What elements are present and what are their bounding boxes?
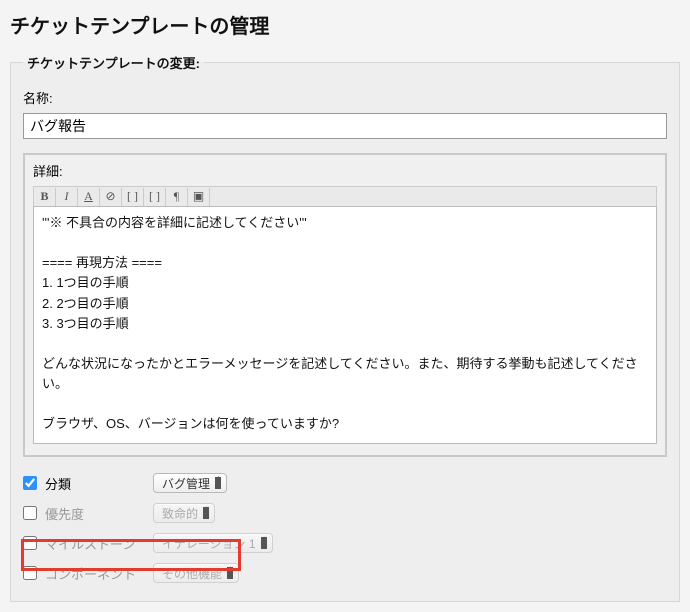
chevron-updown-icon: ▲▼ (215, 475, 222, 491)
field-group: 分類 バグ管理 ▲▼ 優先度 致命的 ▲▼ マイルストーン イテレーション 1 (23, 471, 667, 585)
details-section: 詳細: B I A ⊘ [ ] [ ] ¶ ▣ (23, 153, 667, 457)
milestone-row: マイルストーン イテレーション 1 ▲▼ (23, 531, 667, 555)
type-checkbox[interactable] (23, 476, 37, 490)
chevron-updown-icon: ▲▼ (261, 535, 268, 551)
pilcrow-icon[interactable]: ¶ (166, 188, 188, 206)
name-label: 名称: (23, 88, 667, 107)
chevron-updown-icon: ▲▼ (227, 565, 234, 581)
page-title: チケットテンプレートの管理 (10, 0, 680, 53)
name-input[interactable] (23, 113, 667, 139)
details-textarea[interactable] (33, 206, 657, 444)
type-row: 分類 バグ管理 ▲▼ (23, 471, 667, 495)
bold-icon[interactable]: B (34, 188, 56, 206)
chevron-updown-icon: ▲▼ (203, 505, 210, 521)
priority-checkbox[interactable] (23, 506, 37, 520)
type-select[interactable]: バグ管理 ▲▼ (153, 473, 227, 493)
type-select-value: バグ管理 (162, 475, 210, 492)
component-select-value: その他機能 (162, 565, 222, 582)
milestone-select[interactable]: イテレーション 1 ▲▼ (153, 533, 273, 553)
priority-select[interactable]: 致命的 ▲▼ (153, 503, 215, 523)
component-row: コンポーネント その他機能 ▲▼ (23, 561, 667, 585)
component-checkbox[interactable] (23, 566, 37, 580)
link-icon[interactable]: ⊘ (100, 188, 122, 206)
fieldset-legend: チケットテンプレートの変更: (23, 53, 204, 72)
image-icon[interactable]: ▣ (188, 188, 210, 206)
underline-icon[interactable]: A (78, 188, 100, 206)
priority-label: 優先度 (45, 504, 145, 523)
milestone-checkbox[interactable] (23, 536, 37, 550)
bracket1-icon[interactable]: [ ] (122, 188, 144, 206)
editor-toolbar: B I A ⊘ [ ] [ ] ¶ ▣ (33, 186, 657, 206)
component-select[interactable]: その他機能 ▲▼ (153, 563, 239, 583)
italic-icon[interactable]: I (56, 188, 78, 206)
priority-row: 優先度 致命的 ▲▼ (23, 501, 667, 525)
type-label: 分類 (45, 474, 145, 493)
template-fieldset: チケットテンプレートの変更: 名称: 詳細: B I A ⊘ [ ] [ ] ¶… (10, 53, 680, 602)
details-label: 詳細: (33, 161, 657, 180)
priority-select-value: 致命的 (162, 505, 198, 522)
bracket2-icon[interactable]: [ ] (144, 188, 166, 206)
milestone-label: マイルストーン (45, 534, 145, 553)
milestone-select-value: イテレーション 1 (162, 535, 256, 552)
component-label: コンポーネント (45, 564, 145, 583)
